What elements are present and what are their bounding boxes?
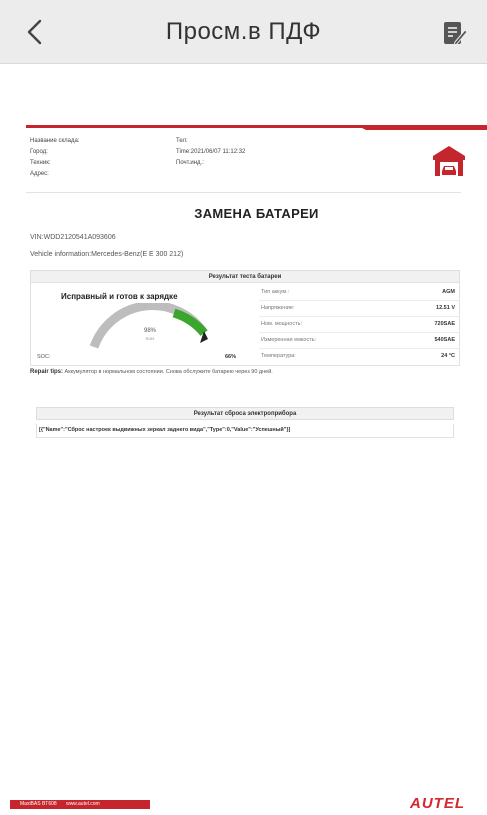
- info-left: Название склада: Город: Техник: Адрес:: [30, 136, 80, 180]
- param-row: Температура: 24 °C: [259, 349, 459, 365]
- param-key: Напряжение:: [261, 305, 295, 311]
- soh-gauge: 98% SOH: [89, 303, 208, 349]
- edit-icon[interactable]: [439, 18, 469, 48]
- pdf-report[interactable]: Название склада: Город: Техник: Адрес: Т…: [26, 124, 487, 438]
- autel-logo: AUTEL: [410, 795, 465, 812]
- vin-text: VIN:WDD2120541A093606: [30, 234, 116, 241]
- report-header-stripe: [26, 125, 487, 130]
- garage-car-icon: [433, 146, 465, 176]
- param-row: Напряжение: 12.51 V: [259, 301, 459, 317]
- repair-tips-text: Аккумулятор в нормальном состоянии. Снов…: [64, 369, 273, 375]
- battery-status: Исправный и готов к зарядке: [61, 292, 178, 301]
- param-value: 12.51 V: [436, 305, 455, 311]
- technician-label: Техник:: [30, 160, 51, 166]
- info-mid: Тел: Time:2021/06/07 11:12:32 Почт.инд.:: [176, 136, 245, 169]
- phone-label: Тел:: [176, 138, 188, 144]
- divider: [26, 192, 461, 193]
- top-bar: Просм.в ПДФ: [0, 0, 487, 64]
- footer-band: MaxiBAS BT608 www.autel.com: [10, 800, 150, 809]
- report-title: ЗАМЕНА БАТАРЕИ: [194, 206, 319, 221]
- repair-tips-label: Repair tips:: [30, 369, 64, 375]
- param-value: 720SAE: [434, 321, 456, 327]
- repair-tips: Repair tips: Аккумулятор в нормальном со…: [30, 369, 273, 375]
- gauge-unit: SOH: [146, 336, 155, 341]
- soc-value: 66%: [225, 354, 237, 360]
- warehouse-label: Название склада:: [30, 138, 80, 144]
- page-title: Просм.в ПДФ: [165, 18, 322, 45]
- battery-result-box: Исправный и готов к зарядке 98% SOH SOC:…: [30, 282, 460, 366]
- param-key: Тип аккум.:: [261, 289, 290, 295]
- vehicle-info: Vehicle information:Mercedes-Benz(E E 30…: [30, 251, 184, 258]
- postcode-label: Почт.инд.:: [176, 160, 204, 166]
- time-label: Time:2021/06/07 11:12:32: [176, 149, 246, 155]
- param-value: AGM: [442, 289, 455, 295]
- param-key: Температура:: [261, 353, 296, 359]
- param-key: Измеренная емкость:: [261, 337, 317, 343]
- gauge-value: 98%: [144, 328, 157, 334]
- footer-site: www.autel.com: [66, 801, 100, 807]
- footer-model: MaxiBAS BT608: [20, 801, 57, 807]
- param-value: 540SAE: [434, 337, 456, 343]
- param-key: Ном. мощность:: [261, 321, 302, 327]
- reset-section-header: Результат сброса электроприбора: [36, 407, 454, 420]
- city-label: Город:: [30, 149, 48, 155]
- param-row: Измеренная емкость: 540SAE: [259, 333, 459, 349]
- reset-result: [{"Name":"Сброс настроек выдвижных зерка…: [36, 424, 454, 438]
- param-row: Ном. мощность: 720SAE: [259, 317, 459, 333]
- soc-label: SOC:: [37, 354, 51, 360]
- param-row: Тип аккум.: AGM: [259, 285, 459, 301]
- address-label: Адрес:: [30, 171, 49, 177]
- param-value: 24 °C: [441, 353, 455, 359]
